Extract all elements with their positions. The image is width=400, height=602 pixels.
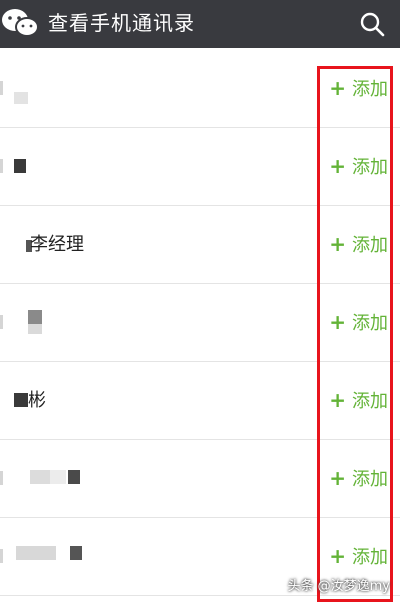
plus-icon: + bbox=[329, 388, 346, 412]
avatar bbox=[0, 315, 3, 329]
avatar bbox=[0, 159, 3, 173]
contact-name-area: 彬 bbox=[10, 362, 210, 439]
search-icon[interactable] bbox=[358, 10, 386, 38]
avatar bbox=[0, 549, 3, 563]
plus-icon: + bbox=[329, 154, 346, 178]
add-button-label: 添加 bbox=[352, 547, 388, 568]
contact-name: 李经理 bbox=[30, 234, 84, 255]
plus-icon: + bbox=[329, 544, 346, 568]
add-button-label: 添加 bbox=[352, 157, 388, 178]
plus-icon: + bbox=[329, 232, 346, 256]
contact-name-blurred bbox=[10, 50, 210, 127]
contact-row: 彬 + 添加 bbox=[0, 362, 400, 440]
add-contact-button[interactable]: + 添加 bbox=[329, 465, 388, 491]
contact-name-blurred bbox=[10, 284, 210, 361]
contact-row: + 添加 bbox=[0, 440, 400, 518]
plus-icon: + bbox=[329, 310, 346, 334]
avatar bbox=[0, 81, 3, 95]
contact-list: + 添加 + 添加 李经理 + 添加 + 添加 彬 + 添加 + 添加 + 添加 bbox=[0, 50, 400, 596]
page-title: 查看手机通讯录 bbox=[48, 11, 195, 35]
contact-row: + 添加 bbox=[0, 128, 400, 206]
watermark: 头条 @汝梦逸my bbox=[287, 579, 391, 594]
add-contact-button[interactable]: + 添加 bbox=[329, 387, 388, 413]
add-button-label: 添加 bbox=[352, 313, 388, 334]
contact-name-blurred bbox=[10, 128, 210, 205]
add-contact-button[interactable]: + 添加 bbox=[329, 153, 388, 179]
contact-row: + 添加 bbox=[0, 284, 400, 362]
add-button-label: 添加 bbox=[352, 79, 388, 100]
contact-name-area: 李经理 bbox=[10, 206, 210, 283]
contact-name: 彬 bbox=[28, 390, 46, 411]
contact-row: 李经理 + 添加 bbox=[0, 206, 400, 284]
add-contact-button[interactable]: + 添加 bbox=[329, 75, 388, 101]
plus-icon: + bbox=[329, 76, 346, 100]
contact-name-blurred bbox=[10, 518, 210, 595]
contact-row: + 添加 bbox=[0, 50, 400, 128]
add-contact-button[interactable]: + 添加 bbox=[329, 309, 388, 335]
wechat-logo-icon bbox=[2, 9, 39, 37]
add-contact-button[interactable]: + 添加 bbox=[329, 543, 388, 569]
add-button-label: 添加 bbox=[352, 235, 388, 256]
add-button-label: 添加 bbox=[352, 469, 388, 490]
app-header: 查看手机通讯录 bbox=[0, 0, 400, 48]
add-button-label: 添加 bbox=[352, 391, 388, 412]
contact-name-blurred bbox=[10, 440, 210, 517]
avatar bbox=[0, 471, 3, 485]
plus-icon: + bbox=[329, 466, 346, 490]
add-contact-button[interactable]: + 添加 bbox=[329, 231, 388, 257]
